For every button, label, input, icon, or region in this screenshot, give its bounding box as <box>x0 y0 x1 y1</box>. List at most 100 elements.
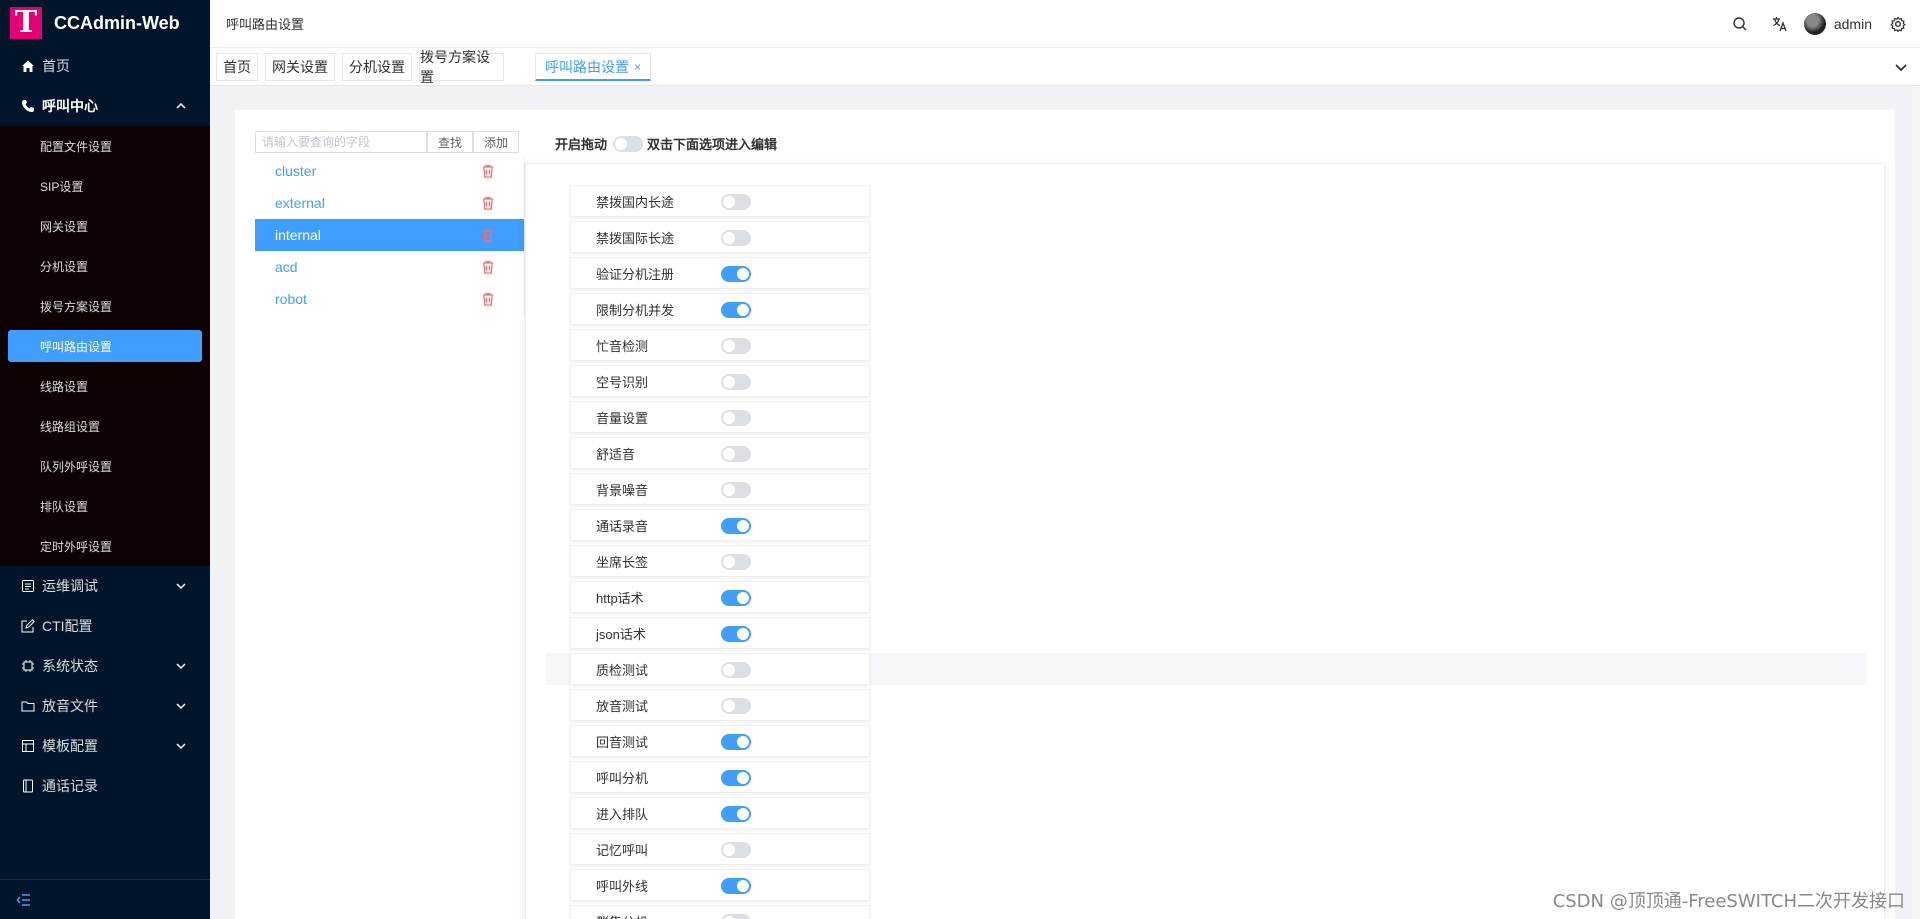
option-switch[interactable] <box>721 878 751 894</box>
option-item[interactable]: 限制分机并发 <box>570 293 870 325</box>
close-icon[interactable]: × <box>634 60 641 74</box>
option-label: 限制分机并发 <box>596 302 675 318</box>
trash-icon[interactable] <box>481 196 495 210</box>
translate-icon[interactable] <box>1760 0 1800 48</box>
sidebar-item-system-status[interactable]: 系统状态 <box>0 646 210 686</box>
user-menu[interactable]: admin <box>1803 13 1872 35</box>
sidebar-item-template-config[interactable]: 模板配置 <box>0 726 210 766</box>
sidebar-item-line-group-settings[interactable]: 线路组设置 <box>0 406 210 446</box>
option-item[interactable]: 记忆呼叫 <box>570 833 870 865</box>
option-item[interactable]: 放音测试 <box>570 689 870 721</box>
drag-switch[interactable] <box>613 135 644 152</box>
sidebar-item-label: 排队设置 <box>40 499 89 514</box>
option-switch[interactable] <box>721 734 751 750</box>
option-item[interactable]: 呼叫外线 <box>570 869 870 901</box>
sidebar-item-cti-config[interactable]: CTI配置 <box>0 606 210 646</box>
option-item[interactable]: 背景噪音 <box>570 473 870 505</box>
option-switch[interactable] <box>721 194 751 210</box>
option-label: 音量设置 <box>596 410 649 426</box>
option-item[interactable]: 通话录音 <box>570 509 870 541</box>
option-switch[interactable] <box>721 626 751 642</box>
option-switch[interactable] <box>721 374 751 390</box>
option-item[interactable]: 群集分机 <box>570 905 870 919</box>
tab-extension-settings[interactable]: 分机设置 <box>342 53 412 81</box>
option-item[interactable]: json话术 <box>570 617 870 649</box>
tab-dialplan-settings[interactable]: 拨号方案设置 <box>419 49 504 85</box>
option-switch[interactable] <box>721 446 751 462</box>
chevron-down-icon <box>176 743 186 750</box>
main-card: 查找 添加 cluster external internal acd robo… <box>235 110 1895 919</box>
tab-gateway-settings[interactable]: 网关设置 <box>265 53 335 81</box>
list-item[interactable]: acd <box>255 251 525 283</box>
plan-name: external <box>275 195 325 211</box>
list-item[interactable]: internal <box>255 219 525 251</box>
list-item[interactable]: cluster <box>255 155 525 187</box>
trash-icon[interactable] <box>481 164 495 178</box>
sidebar-item-call-routing-settings[interactable]: 呼叫路由设置 <box>8 330 202 362</box>
trash-icon[interactable] <box>481 228 495 242</box>
sidebar-item-extension-settings[interactable]: 分机设置 <box>0 246 210 286</box>
option-switch[interactable] <box>721 842 751 858</box>
option-item[interactable]: 禁拨国际长途 <box>570 221 870 253</box>
option-switch[interactable] <box>721 518 751 534</box>
sidebar-item-label: 队列外呼设置 <box>40 459 113 474</box>
sidebar-item-call-records[interactable]: 通话记录 <box>0 766 210 806</box>
option-switch[interactable] <box>721 698 751 714</box>
option-item[interactable]: 坐席长签 <box>570 545 870 577</box>
search-input[interactable] <box>255 131 427 153</box>
option-label: 忙音检测 <box>596 338 649 354</box>
option-item[interactable]: 音量设置 <box>570 401 870 433</box>
app-logo[interactable]: T CCAdmin-Web <box>0 0 210 46</box>
trash-icon[interactable] <box>481 292 495 306</box>
chevron-down-icon[interactable] <box>1892 58 1910 76</box>
option-switch[interactable] <box>721 554 751 570</box>
sidebar-item-line-settings[interactable]: 线路设置 <box>0 366 210 406</box>
tab-call-routing-settings[interactable]: 呼叫路由设置 × <box>535 53 651 81</box>
option-switch[interactable] <box>721 482 751 498</box>
sidebar-item-profile-settings[interactable]: 配置文件设置 <box>0 126 210 166</box>
option-item[interactable]: 忙音检测 <box>570 329 870 361</box>
sidebar-item-queue-outbound-settings[interactable]: 队列外呼设置 <box>0 446 210 486</box>
tab-home[interactable]: 首页 <box>216 53 258 81</box>
option-switch[interactable] <box>721 266 751 282</box>
option-item[interactable]: http话术 <box>570 581 870 613</box>
sidebar-item-home[interactable]: 首页 <box>0 46 210 86</box>
list-item[interactable]: robot <box>255 283 525 315</box>
option-item[interactable]: 舒适音 <box>570 437 870 469</box>
sidebar-item-call-center[interactable]: 呼叫中心 <box>0 86 210 126</box>
option-item[interactable]: 进入排队 <box>570 797 870 829</box>
option-switch[interactable] <box>721 770 751 786</box>
option-switch[interactable] <box>721 338 751 354</box>
sidebar-item-scheduled-outbound-settings[interactable]: 定时外呼设置 <box>0 526 210 566</box>
option-switch[interactable] <box>721 662 751 678</box>
gear-icon[interactable] <box>1886 0 1910 48</box>
list-item[interactable]: external <box>255 187 525 219</box>
page-scrollbar[interactable] <box>1912 86 1920 919</box>
option-switch[interactable] <box>721 590 751 606</box>
option-switch[interactable] <box>721 230 751 246</box>
sidebar-item-audio-files[interactable]: 放音文件 <box>0 686 210 726</box>
sidebar-item-dialplan-settings[interactable]: 拨号方案设置 <box>0 286 210 326</box>
option-item[interactable]: 呼叫分机 <box>570 761 870 793</box>
sidebar-item-label: 分机设置 <box>40 259 89 274</box>
sidebar-collapse-button[interactable] <box>0 879 210 919</box>
option-switch[interactable] <box>721 410 751 426</box>
trash-icon[interactable] <box>481 260 495 274</box>
search-icon[interactable] <box>1720 0 1760 48</box>
find-button[interactable]: 查找 <box>427 131 474 153</box>
option-item[interactable]: 禁拨国内长途 <box>570 185 870 217</box>
option-item[interactable]: 空号识别 <box>570 365 870 397</box>
option-item[interactable]: 验证分机注册 <box>570 257 870 289</box>
sidebar-item-sip-settings[interactable]: SIP设置 <box>0 166 210 206</box>
sidebar-item-label: SIP设置 <box>40 179 84 194</box>
option-item[interactable]: 回音测试 <box>570 725 870 757</box>
sidebar-item-queue-settings[interactable]: 排队设置 <box>0 486 210 526</box>
sidebar-item-gateway-settings[interactable]: 网关设置 <box>0 206 210 246</box>
option-switch[interactable] <box>721 302 751 318</box>
option-switch[interactable] <box>721 806 751 822</box>
sidebar-item-ops-debug[interactable]: 运维调试 <box>0 566 210 606</box>
option-switch[interactable] <box>721 914 751 919</box>
option-item[interactable]: 质检测试 <box>570 653 870 685</box>
option-label: 进入排队 <box>596 806 649 822</box>
add-button[interactable]: 添加 <box>473 131 520 153</box>
